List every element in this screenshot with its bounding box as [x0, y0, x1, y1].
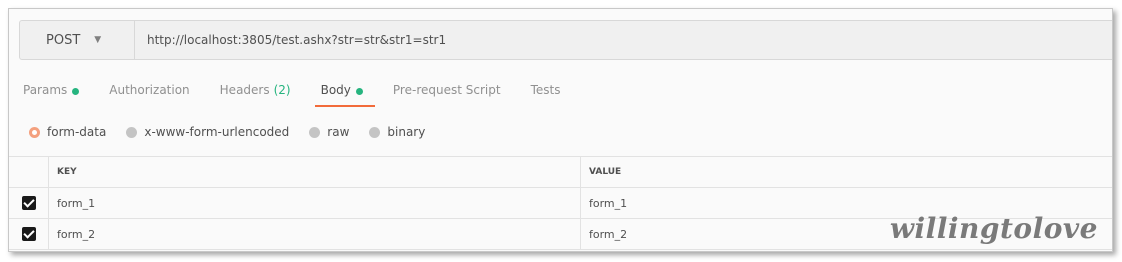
tab-tests[interactable]: Tests [531, 83, 561, 113]
tab-authorization[interactable]: Authorization [109, 83, 189, 113]
tab-params[interactable]: Params [23, 83, 80, 113]
radio-binary[interactable]: binary [369, 125, 425, 139]
watermark-text: willingtolove [889, 212, 1098, 245]
table-header-row: KEY VALUE [9, 157, 1112, 188]
status-dot-icon [72, 88, 80, 95]
radio-form-data[interactable]: form-data [29, 125, 106, 139]
tab-label: Pre-request Script [392, 83, 501, 97]
tab-label: Params [23, 83, 68, 97]
tab-label: Body [320, 83, 351, 97]
radio-x-www-form-urlencoded[interactable]: x-www-form-urlencoded [126, 125, 289, 139]
row-check-cell [9, 188, 49, 218]
column-header-key: KEY [49, 157, 581, 187]
column-header-value: VALUE [589, 167, 622, 177]
method-label: POST [46, 32, 81, 48]
key-field[interactable]: form_2 [49, 219, 581, 249]
request-tabs: Params Authorization Headers (2) Body Pr… [23, 83, 590, 113]
url-input[interactable]: http://localhost:3805/test.ashx?str=str&… [135, 21, 1112, 59]
headers-count-badge: (2) [273, 83, 291, 97]
status-dot-icon [355, 88, 363, 95]
checkbox-checked-icon[interactable] [21, 196, 36, 210]
tab-label: Tests [530, 83, 561, 97]
radio-label: raw [327, 125, 350, 139]
row-check-cell [9, 219, 49, 249]
request-url-bar: POST ▼ http://localhost:3805/test.ashx?s… [19, 20, 1112, 60]
checkbox-checked-icon[interactable] [21, 227, 36, 241]
method-dropdown[interactable]: POST ▼ [20, 21, 135, 59]
radio-icon [309, 126, 321, 138]
header-check-cell [9, 157, 49, 187]
radio-label: binary [387, 125, 426, 139]
radio-selected-icon [29, 126, 40, 138]
tab-headers[interactable]: Headers (2) [220, 83, 291, 113]
radio-icon [369, 126, 381, 138]
key-field[interactable]: form_1 [49, 188, 581, 218]
radio-label: form-data [47, 125, 107, 139]
body-type-selector: form-data x-www-form-urlencoded raw bina… [29, 125, 445, 139]
radio-icon [126, 126, 138, 138]
radio-raw[interactable]: raw [309, 125, 349, 139]
radio-label: x-www-form-urlencoded [144, 125, 290, 139]
postman-request-panel: POST ▼ http://localhost:3805/test.ashx?s… [8, 8, 1113, 252]
tab-body[interactable]: Body [314, 83, 376, 113]
tab-label: Headers [219, 83, 270, 97]
chevron-down-icon: ▼ [94, 35, 102, 45]
tab-pre-request-script[interactable]: Pre-request Script [393, 83, 501, 113]
tab-label: Authorization [109, 83, 190, 97]
